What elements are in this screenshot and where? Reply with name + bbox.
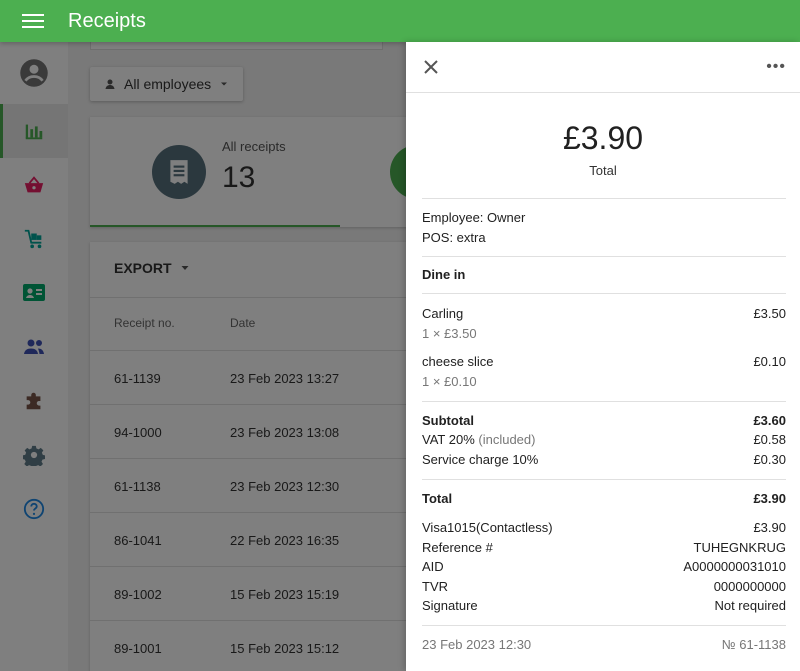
total-label: Total (422, 491, 453, 506)
tvr-label: TVR (422, 579, 448, 594)
line-item-qty: 1 × £0.10 (422, 374, 477, 389)
payment-method-label: Visa1015(Contactless) (422, 520, 553, 535)
line-item-name: cheese slice (422, 354, 494, 369)
employee-label: Employee: Owner (422, 210, 526, 225)
signature-value: Not required (714, 598, 786, 613)
receipt-footer-date: 23 Feb 2023 12:30 (422, 637, 532, 652)
line-item-price: £0.10 (753, 354, 786, 369)
receipt-total-amount: £3.90 (562, 120, 644, 156)
reference-label: Reference # (422, 540, 493, 555)
line-item-price: £3.50 (753, 306, 786, 321)
service-charge-label: Service charge 10% (422, 452, 539, 467)
subtotal-value: £3.60 (753, 413, 786, 428)
subtotal-label: Subtotal (422, 413, 474, 428)
divider (422, 479, 786, 480)
divider (422, 256, 786, 257)
close-icon[interactable] (422, 58, 440, 76)
vat-value: £0.58 (753, 432, 786, 447)
line-item-qty: 1 × £3.50 (422, 326, 477, 341)
app-bar: Receipts (0, 0, 800, 42)
tvr-value: 0000000000 (713, 579, 786, 594)
service-charge-value: £0.30 (753, 452, 786, 467)
vat-note: (included) (478, 432, 536, 447)
receipt-footer-number: № 61-1138 (721, 637, 786, 652)
divider (422, 401, 786, 402)
divider (422, 625, 786, 626)
vat-row: VAT 20% (included) (422, 432, 535, 447)
page-title: Receipts (68, 9, 146, 32)
panel-header: ••• (406, 42, 800, 93)
menu-icon[interactable] (22, 14, 44, 28)
receipt-detail-panel: ••• £3.90 Total Employee: Owner POS: ext… (406, 42, 800, 671)
vat-label: VAT 20% (422, 432, 475, 447)
dining-option: Dine in (422, 267, 466, 282)
pos-label: POS: extra (422, 230, 486, 245)
line-item-name: Carling (422, 306, 464, 321)
aid-label: AID (422, 559, 444, 574)
divider (422, 198, 786, 199)
signature-label: Signature (422, 598, 478, 613)
receipt-total-caption: Total (589, 163, 617, 178)
aid-value: A0000000031010 (683, 559, 786, 574)
payment-method-value: £3.90 (753, 520, 786, 535)
reference-value: TUHEGNKRUG (693, 540, 786, 555)
divider (422, 293, 786, 294)
more-options-button[interactable]: ••• (766, 58, 786, 76)
total-value: £3.90 (753, 491, 786, 506)
